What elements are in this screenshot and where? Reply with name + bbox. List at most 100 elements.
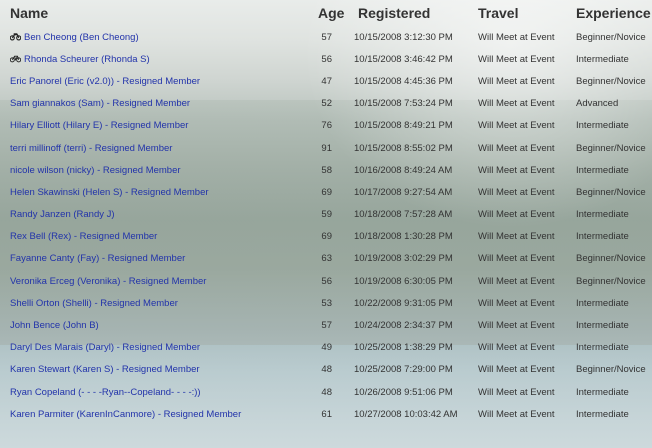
cell-registered: 10/19/2008 3:02:29 PM [354,253,453,265]
member-link[interactable]: Karen Parmiter (KarenInCanmore) - Resign… [10,409,241,420]
table-row: Sam giannakos (Sam) - Resigned Member 52 1… [0,93,652,115]
member-link[interactable]: Ryan Copeland (- - - -Ryan--Copeland- - … [10,387,201,398]
cell-registered: 10/25/2008 1:38:29 PM [354,342,453,354]
cell-age: 76 [321,120,332,132]
member-link[interactable]: Randy Janzen (Randy J) [10,209,115,220]
member-link[interactable]: John Bence (John B) [10,320,99,331]
member-link[interactable]: Ben Cheong (Ben Cheong) [24,32,139,43]
cell-age: 69 [321,186,332,198]
table-row: Shelli Orton (Shelli) - Resigned Member 5… [0,292,652,314]
cell-name: Helen Skawinski (Helen S) - Resigned Mem… [0,181,315,203]
cell-name: Randy Janzen (Randy J) [0,204,315,226]
cell-travel: Will Meet at Event [478,364,555,376]
table-row: Ryan Copeland (- - - -Ryan--Copeland- - … [0,381,652,403]
table-row: nicole wilson (nicky) - Resigned Member 5… [0,159,652,181]
cell-name: Hilary Elliott (Hilary E) - Resigned Mem… [0,115,315,137]
member-link[interactable]: Fayanne Canty (Fay) - Resigned Member [10,253,185,264]
cell-name: Veronika Erceg (Veronika) - Resigned Mem… [0,270,315,292]
member-link[interactable]: Helen Skawinski (Helen S) - Resigned Mem… [10,187,209,198]
cell-experience: Intermediate [576,342,629,354]
cell-travel: Will Meet at Event [478,231,555,243]
cell-age: 53 [321,297,332,309]
cell-age: 56 [321,275,332,287]
cell-travel: Will Meet at Event [478,164,555,176]
cell-experience: Intermediate [576,120,629,132]
header-registered[interactable]: Registered [354,0,478,26]
cell-name: Karen Parmiter (KarenInCanmore) - Resign… [0,403,315,425]
cell-registered: 10/15/2008 3:12:30 PM [354,31,453,43]
header-age[interactable]: Age [315,0,354,26]
member-link[interactable]: Rex Bell (Rex) - Resigned Member [10,231,157,242]
cell-travel: Will Meet at Event [478,342,555,354]
member-link[interactable]: terri millinoff (terri) - Resigned Membe… [10,143,172,154]
cell-name: Daryl Des Marais (Daryl) - Resigned Memb… [0,337,315,359]
cell-experience: Intermediate [576,209,629,221]
cell-registered: 10/18/2008 1:30:28 PM [354,231,453,243]
header-name[interactable]: Name [0,0,315,26]
member-link[interactable]: Hilary Elliott (Hilary E) - Resigned Mem… [10,120,188,131]
member-link[interactable]: Rhonda Scheurer (Rhonda S) [24,54,150,65]
table-row: Fayanne Canty (Fay) - Resigned Member 63 1… [0,248,652,270]
member-link[interactable]: Veronika Erceg (Veronika) - Resigned Mem… [10,276,206,287]
cell-registered: 10/22/2008 9:31:05 PM [354,297,453,309]
table-row: John Bence (John B) 57 10/24/2008 2:34:37 … [0,314,652,336]
cell-name: Rex Bell (Rex) - Resigned Member [0,226,315,248]
cell-age: 61 [321,408,332,420]
cell-registered: 10/18/2008 7:57:28 AM [354,209,453,221]
registrants-table: Name Age Registered Travel Experience Be… [0,0,652,425]
table-row: Rex Bell (Rex) - Resigned Member 69 10/18/… [0,226,652,248]
cell-registered: 10/25/2008 7:29:00 PM [354,364,453,376]
registrants-panel: Name Age Registered Travel Experience Be… [0,0,652,425]
header-travel[interactable]: Travel [478,0,576,26]
cell-experience: Beginner/Novice [576,275,646,287]
cell-registered: 10/15/2008 8:55:02 PM [354,142,453,154]
cell-registered: 10/16/2008 8:49:24 AM [354,164,453,176]
cell-registered: 10/15/2008 8:49:21 PM [354,120,453,132]
cell-age: 57 [321,31,332,43]
table-row: Karen Parmiter (KarenInCanmore) - Resign… [0,403,652,425]
cell-registered: 10/15/2008 4:45:36 PM [354,75,453,87]
cell-experience: Intermediate [576,297,629,309]
table-row: Hilary Elliott (Hilary E) - Resigned Mem… [0,115,652,137]
cell-experience: Intermediate [576,231,629,243]
table-row: Veronika Erceg (Veronika) - Resigned Mem… [0,270,652,292]
cell-name: Shelli Orton (Shelli) - Resigned Member [0,292,315,314]
cell-name: Rhonda Scheurer (Rhonda S) [0,48,315,70]
cell-experience: Beginner/Novice [576,75,646,87]
cell-travel: Will Meet at Event [478,408,555,420]
cell-registered: 10/26/2008 9:51:06 PM [354,386,453,398]
header-experience[interactable]: Experience [576,0,652,26]
table-row: Daryl Des Marais (Daryl) - Resigned Memb… [0,337,652,359]
cell-name: John Bence (John B) [0,314,315,336]
cell-travel: Will Meet at Event [478,253,555,265]
cell-travel: Will Meet at Event [478,98,555,110]
cell-experience: Intermediate [576,53,629,65]
cell-age: 56 [321,53,332,65]
table-row: terri millinoff (terri) - Resigned Membe… [0,137,652,159]
bicycle-icon [9,54,22,63]
cell-age: 57 [321,320,332,332]
cell-experience: Intermediate [576,320,629,332]
cell-travel: Will Meet at Event [478,53,555,65]
cell-experience: Beginner/Novice [576,186,646,198]
member-link[interactable]: Sam giannakos (Sam) - Resigned Member [10,98,190,109]
cell-travel: Will Meet at Event [478,386,555,398]
cell-name: nicole wilson (nicky) - Resigned Member [0,159,315,181]
cell-experience: Intermediate [576,408,629,420]
cell-name: terri millinoff (terri) - Resigned Membe… [0,137,315,159]
cell-experience: Beginner/Novice [576,31,646,43]
table-row: Rhonda Scheurer (Rhonda S) 56 10/15/2008 3… [0,48,652,70]
motorcycle-icon [9,32,22,41]
member-link[interactable]: Karen Stewart (Karen S) - Resigned Membe… [10,364,200,375]
cell-age: 48 [321,386,332,398]
member-link[interactable]: nicole wilson (nicky) - Resigned Member [10,165,181,176]
cell-age: 52 [321,98,332,110]
member-link[interactable]: Shelli Orton (Shelli) - Resigned Member [10,298,178,309]
member-link[interactable]: Eric Panorel (Eric (v2.0)) - Resigned Me… [10,76,200,87]
cell-name: Ryan Copeland (- - - -Ryan--Copeland- - … [0,381,315,403]
table-row: Randy Janzen (Randy J) 59 10/18/2008 7:57:… [0,204,652,226]
cell-age: 48 [321,364,332,376]
cell-travel: Will Meet at Event [478,142,555,154]
table-row: Karen Stewart (Karen S) - Resigned Membe… [0,359,652,381]
member-link[interactable]: Daryl Des Marais (Daryl) - Resigned Memb… [10,342,200,353]
